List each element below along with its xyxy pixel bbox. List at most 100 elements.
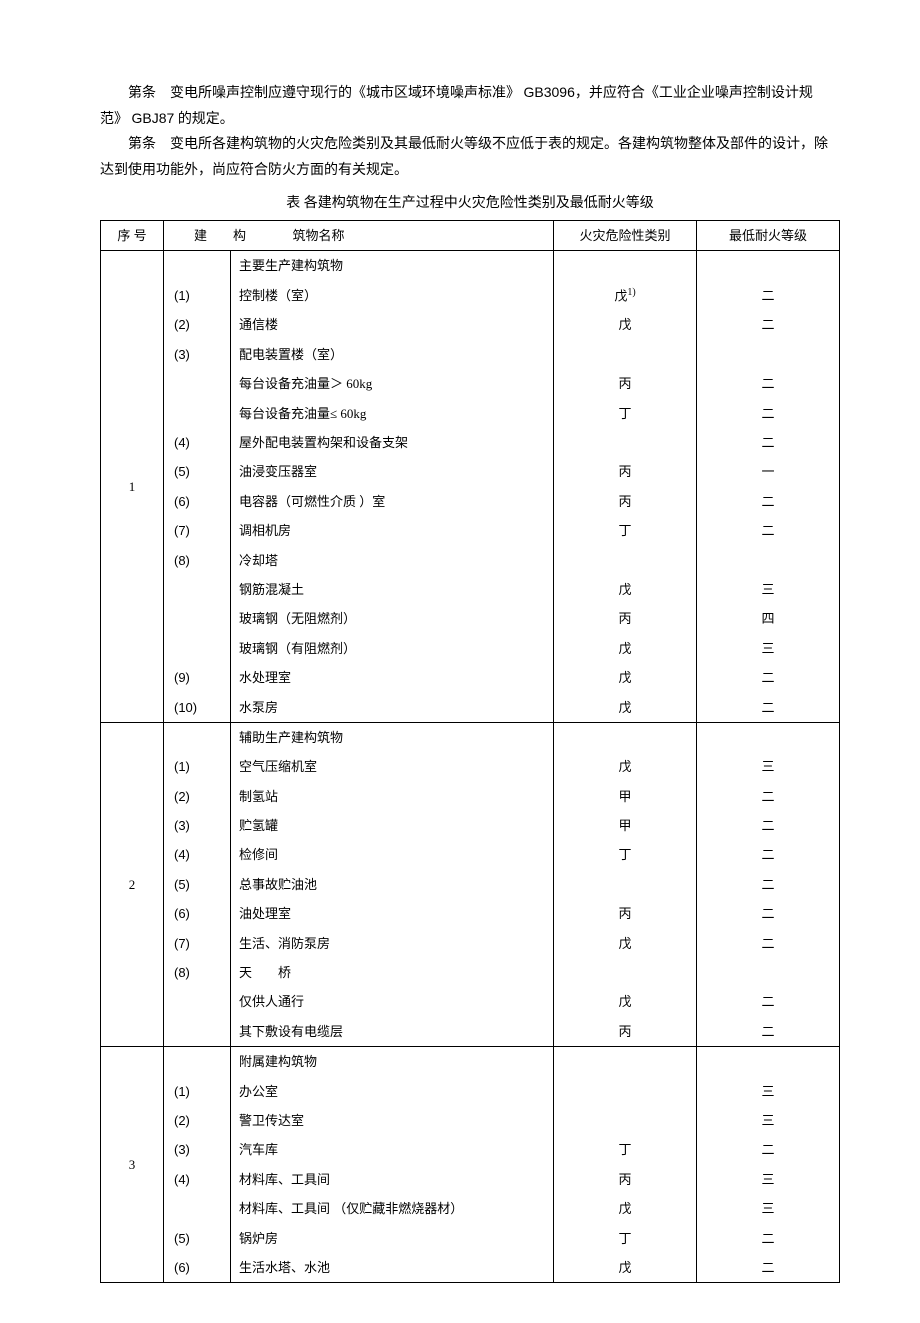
table-caption: 表 各建构筑物在生产过程中火灾危险性类别及最低耐火等级 (100, 191, 840, 216)
fire-cell: 三 (697, 634, 840, 663)
paragraph-fire: 第条 变电所各建构筑物的火灾危险类别及其最低耐火等级不应低于表的规定。各建构筑物… (100, 132, 840, 182)
hazard-cell: 丁 (554, 1224, 697, 1253)
hazard-cell: 戊1) (554, 281, 697, 311)
hazard-cell (554, 340, 697, 369)
hazard-cell: 丙 (554, 1017, 697, 1047)
fire-cell: 二 (697, 369, 840, 398)
table-row: (5)油浸变压器室丙一 (101, 457, 840, 486)
hazard-cell (554, 870, 697, 899)
fire-cell: 二 (697, 663, 840, 692)
fire-cell: 二 (697, 1224, 840, 1253)
building-name: 仅供人通行 (231, 987, 554, 1016)
fire-cell: 二 (697, 1135, 840, 1164)
sub-index: (6) (164, 487, 231, 516)
fire-cell: 二 (697, 782, 840, 811)
table-row: (7)生活、消防泵房戊二 (101, 929, 840, 958)
building-name: 水泵房 (231, 693, 554, 723)
hazard-cell (554, 428, 697, 457)
table-section-title-row: 1主要生产建构筑物 (101, 251, 840, 281)
building-name: 调相机房 (231, 516, 554, 545)
table-row: 每台设备充油量＞ 60kg丙二 (101, 369, 840, 398)
sub-index: (6) (164, 899, 231, 928)
sub-index (164, 1017, 231, 1047)
hazard-cell: 丙 (554, 369, 697, 398)
sub-index (164, 1047, 231, 1077)
building-name: 锅炉房 (231, 1224, 554, 1253)
sub-index: (3) (164, 340, 231, 369)
sub-index (164, 604, 231, 633)
hazard-cell: 戊 (554, 693, 697, 723)
table-row: (4)检修间丁二 (101, 840, 840, 869)
hazard-cell (554, 722, 697, 752)
table-row: 材料库、工具间 （仅贮藏非燃烧器材）戊三 (101, 1194, 840, 1223)
fire-cell (697, 251, 840, 281)
fire-cell (697, 722, 840, 752)
table-row: 钢筋混凝土戊三 (101, 575, 840, 604)
building-name: 总事故贮油池 (231, 870, 554, 899)
table-row: (4)材料库、工具间丙三 (101, 1165, 840, 1194)
table-section-title-row: 2辅助生产建构筑物 (101, 722, 840, 752)
header-hazard: 火灾危险性类别 (554, 220, 697, 250)
fire-cell: 四 (697, 604, 840, 633)
hazard-cell: 丙 (554, 487, 697, 516)
sub-index: (5) (164, 457, 231, 486)
building-name: 屋外配电装置构架和设备支架 (231, 428, 554, 457)
table-row: (1)控制楼（室）戊1)二 (101, 281, 840, 311)
sub-index (164, 369, 231, 398)
building-name: 办公室 (231, 1077, 554, 1106)
sub-index: (1) (164, 752, 231, 781)
building-name: 每台设备充油量≤ 60kg (231, 399, 554, 428)
text: 的规定。 (174, 112, 234, 127)
building-name: 冷却塔 (231, 546, 554, 575)
sub-index: (7) (164, 929, 231, 958)
hazard-cell: 戊 (554, 663, 697, 692)
header-name-b: 筑物名称 (293, 228, 345, 243)
section-seq: 3 (101, 1047, 164, 1283)
fire-cell (697, 340, 840, 369)
table-row: (2)通信楼戊二 (101, 310, 840, 339)
fire-cell: 二 (697, 281, 840, 311)
sub-index: (3) (164, 1135, 231, 1164)
fire-cell: 二 (697, 870, 840, 899)
fire-hazard-table: 序 号 建 构 筑物名称 火灾危险性类别 最低耐火等级 1主要生产建构筑物(1)… (100, 220, 840, 1283)
building-name: 水处理室 (231, 663, 554, 692)
table-row: (3)配电装置楼（室） (101, 340, 840, 369)
fire-cell: 三 (697, 1106, 840, 1135)
sub-index: (2) (164, 310, 231, 339)
hazard-cell: 戊 (554, 634, 697, 663)
building-name: 玻璃钢（有阻燃剂） (231, 634, 554, 663)
text: 第条 变电所噪声控制应遵守现行的《城市区域环境噪声标准》 (128, 86, 520, 101)
table-row: (5)锅炉房丁二 (101, 1224, 840, 1253)
table-row: (3)贮氢罐甲二 (101, 811, 840, 840)
sub-index: (6) (164, 1253, 231, 1283)
fire-cell: 三 (697, 575, 840, 604)
fire-cell: 二 (697, 487, 840, 516)
fire-cell: 二 (697, 1253, 840, 1283)
building-name: 制氢站 (231, 782, 554, 811)
hazard-cell (554, 546, 697, 575)
sub-index: (7) (164, 516, 231, 545)
table-row: (2)警卫传达室三 (101, 1106, 840, 1135)
table-row: (6)生活水塔、水池戊二 (101, 1253, 840, 1283)
section-title: 辅助生产建构筑物 (231, 722, 554, 752)
table-body: 1主要生产建构筑物(1)控制楼（室）戊1)二(2)通信楼戊二(3)配电装置楼（室… (101, 251, 840, 1283)
hazard-cell: 丁 (554, 1135, 697, 1164)
hazard-cell: 丙 (554, 604, 697, 633)
hazard-cell: 戊 (554, 575, 697, 604)
sub-index (164, 987, 231, 1016)
hazard-cell: 丙 (554, 457, 697, 486)
building-name: 油浸变压器室 (231, 457, 554, 486)
fire-cell: 二 (697, 987, 840, 1016)
fire-cell: 二 (697, 516, 840, 545)
table-row: (10)水泵房戊二 (101, 693, 840, 723)
building-name: 材料库、工具间 （仅贮藏非燃烧器材） (231, 1194, 554, 1223)
fire-cell (697, 958, 840, 987)
building-name: 每台设备充油量＞ 60kg (231, 369, 554, 398)
table-row: (7)调相机房丁二 (101, 516, 840, 545)
sub-index: (2) (164, 782, 231, 811)
hazard-cell: 戊 (554, 310, 697, 339)
fire-cell: 三 (697, 1165, 840, 1194)
table-row: (1)空气压缩机室戊三 (101, 752, 840, 781)
sub-index: (9) (164, 663, 231, 692)
hazard-cell: 戊 (554, 752, 697, 781)
